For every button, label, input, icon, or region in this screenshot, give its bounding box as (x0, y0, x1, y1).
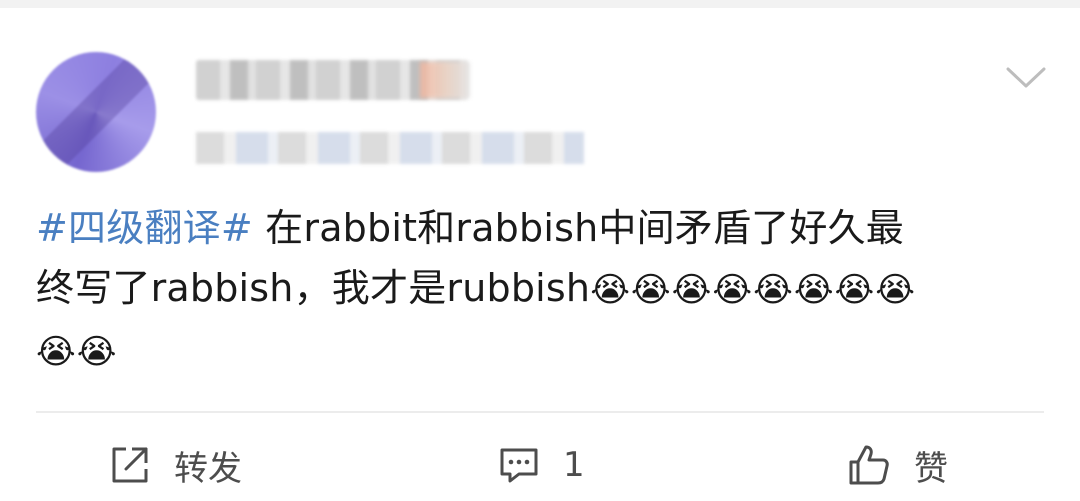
share-square-icon (112, 447, 148, 483)
post-body: #四级翻译# 在rabbit和rabbish中间矛盾了好久最 终写了rabbis… (36, 198, 1036, 382)
like-button[interactable]: 赞 (846, 440, 948, 490)
post-text-line2: 终写了rabbish，我才是rubbish (36, 266, 591, 310)
thumbs-up-icon (849, 445, 889, 485)
chevron-down-icon[interactable] (1004, 64, 1048, 92)
comment-button[interactable]: 1 (497, 440, 585, 490)
post-text-line1: 在rabbit和rabbish中间矛盾了好久最 (252, 206, 904, 250)
repost-button[interactable]: 转发 (108, 440, 242, 490)
post-meta-blurred (196, 132, 584, 164)
avatar[interactable] (36, 52, 156, 172)
crying-emoji-row2: 😭😭 (36, 332, 118, 372)
user-badge-blurred (420, 62, 470, 98)
comment-count: 1 (563, 445, 585, 485)
crying-emoji-row1: 😭😭😭😭😭😭😭😭 (590, 270, 917, 310)
divider (36, 411, 1044, 413)
top-strip (0, 0, 1080, 8)
repost-label: 转发 (174, 448, 242, 489)
like-label: 赞 (914, 448, 948, 489)
comment-bubble-icon (500, 448, 538, 483)
hashtag-link[interactable]: #四级翻译# (36, 206, 253, 250)
